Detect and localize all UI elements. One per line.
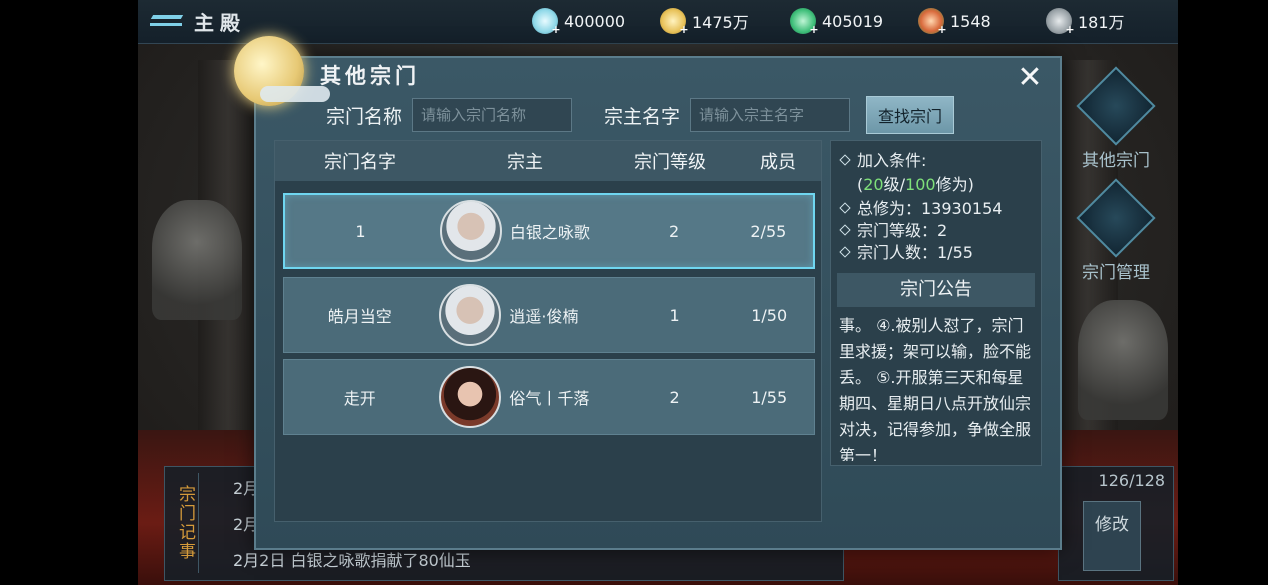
table-row[interactable]: 1 白银之咏歌 2 2/55 bbox=[283, 193, 815, 269]
sect-members: 宗门人数：1/55 bbox=[839, 239, 973, 263]
avatar bbox=[439, 366, 502, 428]
gift-gem-icon: + bbox=[918, 8, 947, 36]
currency-value: 400000 bbox=[564, 11, 626, 31]
other-sects-button[interactable]: 其他宗门 bbox=[1073, 66, 1159, 171]
dialog-title: 其他宗门 bbox=[320, 63, 420, 88]
sect-name-cell: 走开 bbox=[343, 389, 376, 408]
sect-info-panel: 加入条件: (20级/100修为) 总修为：13930154 宗门等级：2 宗门… bbox=[830, 140, 1042, 466]
diamond-bullet-icon bbox=[839, 224, 851, 236]
column-header: 宗门名字 bbox=[324, 152, 396, 173]
page-title: 主殿 bbox=[194, 10, 246, 35]
spirit-jade-icon: + bbox=[532, 8, 561, 36]
join-label: 加入条件: bbox=[857, 151, 927, 170]
sect-manage-button[interactable]: 宗门管理 bbox=[1073, 178, 1159, 283]
diamond-bullet-icon bbox=[839, 202, 851, 214]
table-row[interactable]: 皓月当空 逍遥·俊楠 1 1/50 bbox=[283, 277, 815, 353]
sect-log-tab[interactable]: 宗门记事 bbox=[173, 473, 199, 573]
butterfly-icon bbox=[1076, 66, 1156, 146]
letterbox-left bbox=[0, 0, 138, 585]
column-header: 宗主 bbox=[507, 152, 543, 173]
back-button[interactable]: 主殿 bbox=[148, 6, 258, 36]
leader-cell: 俗气丨千落 bbox=[435, 366, 624, 428]
dialog-header: 其他宗门 ✕ bbox=[234, 36, 1043, 106]
leader-cell: 逍遥·俊楠 bbox=[435, 284, 624, 346]
join-mid: 级/ bbox=[883, 175, 906, 194]
join-cultivation: 100 bbox=[905, 175, 936, 194]
currency-gold[interactable]: + 1475万 bbox=[660, 8, 749, 36]
letterbox-right bbox=[1178, 0, 1268, 585]
members-cell: 2/55 bbox=[750, 221, 787, 241]
currency-spirit-jade[interactable]: + 400000 bbox=[532, 8, 626, 36]
search-row: 宗门名称 宗主名字 查找宗门 bbox=[326, 96, 966, 134]
total-cultivation-text: 总修为：13930154 bbox=[857, 199, 1003, 218]
notice-title: 宗门公告 bbox=[837, 273, 1035, 307]
sect-level-text: 宗门等级：2 bbox=[857, 221, 948, 240]
sect-name-cell: 皓月当空 bbox=[327, 307, 392, 326]
currency-value: 405019 bbox=[822, 11, 884, 31]
members-cell: 1/55 bbox=[751, 387, 788, 407]
lion-statue bbox=[1078, 300, 1168, 420]
currency-value: 181万 bbox=[1078, 13, 1125, 32]
avatar bbox=[439, 284, 502, 346]
gear-icon bbox=[1076, 178, 1156, 258]
find-sect-button[interactable]: 查找宗门 bbox=[866, 96, 954, 134]
join-level: 20 bbox=[863, 175, 884, 194]
leader-name: 白银之咏歌 bbox=[509, 223, 590, 242]
column-header: 成员 bbox=[760, 152, 796, 173]
log-line: 2月2日 白银之咏歌捐献了80仙玉 bbox=[233, 551, 471, 570]
join-requirement: (20级/100修为) bbox=[857, 171, 974, 195]
feather-stone-icon: + bbox=[1046, 8, 1075, 36]
sect-name-input[interactable] bbox=[412, 98, 572, 132]
edit-button[interactable]: 修改 bbox=[1083, 501, 1141, 571]
level-cell: 2 bbox=[668, 221, 680, 241]
other-sects-dialog: 其他宗门 ✕ 宗门名称 宗主名字 查找宗门 宗门名字 宗主 宗门等级 成员 1 … bbox=[234, 36, 1062, 550]
sect-name-cell: 1 bbox=[355, 221, 366, 241]
gold-coin-icon: + bbox=[660, 8, 689, 36]
sect-name-label: 宗门名称 bbox=[326, 106, 403, 128]
sect-list: 宗门名字 宗主 宗门等级 成员 1 白银之咏歌 2 2/55 皓月当空 逍遥·俊… bbox=[274, 140, 822, 522]
notice-edit-panel: 126/128 修改 bbox=[1058, 466, 1174, 581]
diamond-bullet-icon bbox=[839, 246, 851, 258]
leader-name: 俗气丨千落 bbox=[509, 389, 590, 408]
avatar bbox=[439, 200, 502, 262]
green-jade-icon: + bbox=[790, 8, 819, 36]
column-header: 宗门等级 bbox=[634, 152, 706, 173]
currency-green-jade[interactable]: + 405019 bbox=[790, 8, 884, 36]
join-conditions: 加入条件: bbox=[839, 147, 926, 171]
sect-members-text: 宗门人数：1/55 bbox=[857, 243, 973, 262]
currency-feather-stone[interactable]: + 181万 bbox=[1046, 8, 1125, 36]
leader-name: 逍遥·俊楠 bbox=[509, 307, 579, 326]
sect-level: 宗门等级：2 bbox=[839, 217, 947, 241]
table-header: 宗门名字 宗主 宗门等级 成员 bbox=[275, 141, 821, 181]
table-row[interactable]: 走开 俗气丨千落 2 1/55 bbox=[283, 359, 815, 435]
back-arrow-icon bbox=[148, 11, 184, 31]
total-cultivation: 总修为：13930154 bbox=[839, 195, 1002, 219]
close-button[interactable]: ✕ bbox=[1012, 60, 1048, 96]
leader-name-label: 宗主名字 bbox=[604, 106, 681, 128]
lion-statue bbox=[152, 200, 242, 320]
level-cell: 1 bbox=[669, 305, 680, 325]
leader-cell: 白银之咏歌 bbox=[436, 200, 625, 262]
currency-gift-gem[interactable]: + 1548 bbox=[918, 8, 991, 36]
join-close: 修为) bbox=[935, 175, 974, 194]
currency-value: 1475万 bbox=[692, 13, 749, 32]
sect-manage-label: 宗门管理 bbox=[1082, 263, 1150, 283]
top-bar: 主殿 + 400000 + 1475万 + 405019 + 1548 + 18… bbox=[138, 0, 1178, 44]
notice-text[interactable]: 事。 ④.被别人怼了，宗门里求援；架可以输，脸不能丢。 ⑤.开服第三天和每星期四… bbox=[839, 313, 1035, 461]
leader-name-input[interactable] bbox=[690, 98, 850, 132]
level-cell: 2 bbox=[669, 387, 680, 407]
diamond-bullet-icon bbox=[839, 154, 851, 166]
members-cell: 1/50 bbox=[751, 305, 788, 325]
other-sects-label: 其他宗门 bbox=[1082, 151, 1150, 171]
char-count: 126/128 bbox=[1098, 471, 1165, 490]
currency-value: 1548 bbox=[950, 11, 991, 31]
